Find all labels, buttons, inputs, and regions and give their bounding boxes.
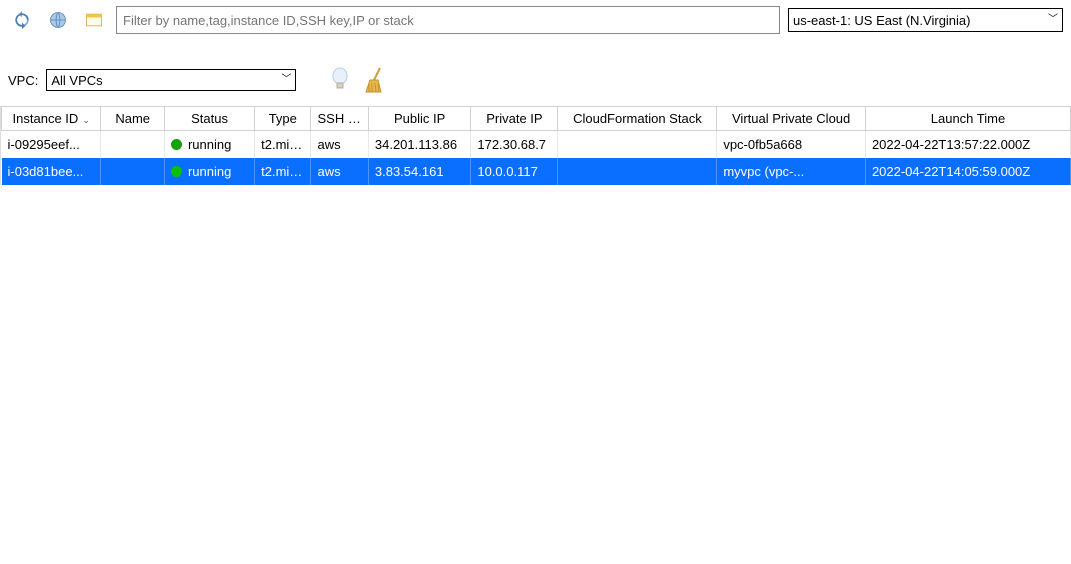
col-header-ssh-key[interactable]: SSH Key bbox=[311, 107, 368, 131]
cell-launch-time: 2022-04-22T13:57:22.000Z bbox=[865, 131, 1070, 159]
instances-table: Instance ID⌄ Name Status Type SSH Key Pu… bbox=[0, 106, 1071, 185]
status-text: running bbox=[188, 164, 231, 179]
vpc-select[interactable]: All VPCs ﹀ bbox=[46, 69, 296, 91]
cell-private-ip: 10.0.0.117 bbox=[471, 158, 558, 185]
col-header-launch-time[interactable]: Launch Time bbox=[865, 107, 1070, 131]
cell-ssh-key: aws bbox=[311, 131, 368, 159]
filter-row: VPC: All VPCs ﹀ bbox=[0, 40, 1071, 102]
cell-instance-id: i-03d81bee... bbox=[2, 158, 101, 185]
table-row[interactable]: i-03d81bee... running t2.microaws3.83.54.1… bbox=[2, 158, 1071, 185]
cell-name bbox=[101, 131, 165, 159]
chevron-down-icon: ⌄ bbox=[82, 115, 90, 125]
cell-cloudformation bbox=[558, 158, 717, 185]
chevron-down-icon: ﹀ bbox=[1048, 15, 1058, 25]
filter-input[interactable] bbox=[116, 6, 780, 34]
col-header-instance-id[interactable]: Instance ID⌄ bbox=[2, 107, 101, 131]
globe-icon[interactable] bbox=[44, 6, 72, 34]
cell-private-ip: 172.30.68.7 bbox=[471, 131, 558, 159]
cell-public-ip: 34.201.113.86 bbox=[368, 131, 470, 159]
cell-status: running bbox=[164, 131, 254, 159]
region-select[interactable]: us-east-1: US East (N.Virginia) ﹀ bbox=[788, 8, 1063, 32]
lightbulb-icon[interactable] bbox=[326, 66, 354, 94]
col-header-private-ip[interactable]: Private IP bbox=[471, 107, 558, 131]
cell-cloudformation bbox=[558, 131, 717, 159]
col-header-cloudformation[interactable]: CloudFormation Stack bbox=[558, 107, 717, 131]
region-select-value: us-east-1: US East (N.Virginia) bbox=[793, 13, 971, 28]
status-dot-icon bbox=[171, 139, 182, 150]
cell-type: t2.micro bbox=[255, 131, 311, 159]
cell-vpc: myvpc (vpc-... bbox=[717, 158, 866, 185]
cell-ssh-key: aws bbox=[311, 158, 368, 185]
chevron-down-icon: ﹀ bbox=[281, 75, 291, 85]
col-header-status[interactable]: Status bbox=[164, 107, 254, 131]
status-dot-icon bbox=[171, 166, 182, 177]
col-header-public-ip[interactable]: Public IP bbox=[368, 107, 470, 131]
col-header-type[interactable]: Type bbox=[255, 107, 311, 131]
broom-icon[interactable] bbox=[362, 66, 390, 94]
new-window-icon[interactable] bbox=[80, 6, 108, 34]
cell-name bbox=[101, 158, 165, 185]
vpc-select-value: All VPCs bbox=[51, 73, 102, 88]
status-text: running bbox=[188, 137, 231, 152]
vpc-label: VPC: bbox=[8, 73, 38, 88]
cell-type: t2.micro bbox=[255, 158, 311, 185]
cell-public-ip: 3.83.54.161 bbox=[368, 158, 470, 185]
col-header-vpc[interactable]: Virtual Private Cloud bbox=[717, 107, 866, 131]
cell-vpc: vpc-0fb5a668 bbox=[717, 131, 866, 159]
refresh-icon[interactable] bbox=[8, 6, 36, 34]
table-row[interactable]: i-09295eef... running t2.microaws34.201.11… bbox=[2, 131, 1071, 159]
table-header-row: Instance ID⌄ Name Status Type SSH Key Pu… bbox=[2, 107, 1071, 131]
cell-status: running bbox=[164, 158, 254, 185]
col-header-name[interactable]: Name bbox=[101, 107, 165, 131]
cell-instance-id: i-09295eef... bbox=[2, 131, 101, 159]
top-toolbar: us-east-1: US East (N.Virginia) ﹀ bbox=[0, 0, 1071, 40]
cell-launch-time: 2022-04-22T14:05:59.000Z bbox=[865, 158, 1070, 185]
